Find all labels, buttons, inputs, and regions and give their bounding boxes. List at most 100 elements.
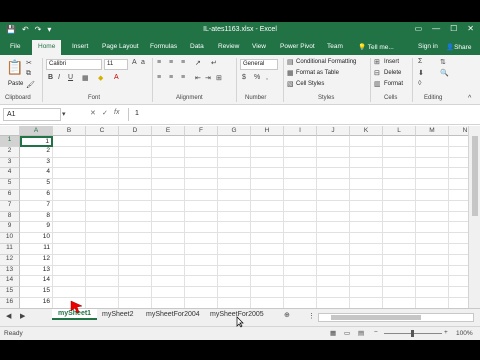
cell-j11[interactable]	[317, 244, 350, 255]
cell-b12[interactable]	[53, 254, 86, 266]
cell-g14[interactable]	[218, 276, 251, 288]
zoom-in-icon[interactable]: +	[444, 329, 448, 336]
cell-d3[interactable]	[119, 157, 152, 169]
cell-b5[interactable]	[53, 179, 86, 190]
row-header-6[interactable]: 6	[0, 190, 20, 201]
bottom-align-icon[interactable]: ≡	[181, 59, 185, 66]
cell-a14[interactable]: 14	[20, 276, 53, 288]
cell-m11[interactable]	[416, 244, 449, 255]
cell-k1[interactable]	[350, 136, 383, 147]
cell-d16[interactable]	[119, 298, 152, 308]
cell-c13[interactable]	[86, 265, 119, 277]
cell-b8[interactable]	[53, 211, 86, 223]
cell-g1[interactable]	[218, 136, 251, 147]
cell-i6[interactable]	[284, 190, 317, 201]
cell-n16[interactable]	[449, 298, 468, 308]
column-header-k[interactable]: K	[350, 126, 383, 136]
cell-k8[interactable]	[350, 211, 383, 223]
row-header-14[interactable]: 14	[0, 276, 20, 288]
row-header-10[interactable]: 10	[0, 233, 20, 244]
cell-k16[interactable]	[350, 298, 383, 308]
delete-cells-button[interactable]: Delete	[384, 70, 401, 76]
cell-m10[interactable]	[416, 233, 449, 244]
enter-icon[interactable]: ✓	[102, 109, 108, 117]
cell-b1[interactable]	[53, 136, 86, 147]
tab-review[interactable]: Review	[218, 43, 239, 50]
vertical-scroll-thumb[interactable]	[472, 136, 478, 216]
cell-d1[interactable]	[119, 136, 152, 147]
shrink-font-icon[interactable]: a	[141, 59, 145, 66]
cell-l7[interactable]	[383, 200, 416, 212]
cell-m6[interactable]	[416, 190, 449, 201]
sort-filter-icon[interactable]: ⇅	[440, 58, 446, 66]
column-header-b[interactable]: B	[53, 126, 86, 136]
cancel-icon[interactable]: ✕	[90, 109, 96, 117]
cell-g5[interactable]	[218, 179, 251, 190]
cell-d8[interactable]	[119, 211, 152, 223]
cell-c10[interactable]	[86, 233, 119, 244]
cell-j2[interactable]	[317, 146, 350, 158]
cell-n11[interactable]	[449, 244, 468, 255]
cell-i13[interactable]	[284, 265, 317, 277]
cell-a16[interactable]: 16	[20, 298, 53, 308]
cell-m15[interactable]	[416, 287, 449, 298]
row-header-9[interactable]: 9	[0, 222, 20, 234]
conditional-formatting-button[interactable]: Conditional Formatting	[296, 59, 356, 65]
cell-n12[interactable]	[449, 255, 468, 266]
sheet-tab-mysheet2[interactable]: mySheet2	[102, 311, 134, 318]
borders-icon[interactable]: ▦	[82, 74, 89, 82]
column-header-i[interactable]: I	[284, 126, 317, 136]
cell-f16[interactable]	[185, 298, 218, 308]
number-format-box[interactable]: General	[240, 59, 278, 70]
worksheet-grid[interactable]: A B C D E F G H I J K L M N 1 1 2 2 3 3 4 4 5 5 6 6 7 7 8 8 9 9 10 10 11 11…	[0, 126, 468, 308]
name-box[interactable]: A1	[3, 108, 61, 121]
format-as-table-icon[interactable]: ▦	[287, 69, 294, 77]
vertical-scrollbar[interactable]	[468, 126, 480, 308]
cell-f8[interactable]	[185, 211, 218, 223]
cell-n6[interactable]	[449, 190, 468, 201]
cell-f1[interactable]	[185, 136, 218, 147]
cell-h3[interactable]	[251, 157, 284, 169]
comma-icon[interactable]: ,	[266, 74, 268, 81]
cell-f4[interactable]	[185, 168, 218, 180]
next-sheet-icon[interactable]: ▶	[20, 312, 25, 320]
horizontal-scroll-thumb[interactable]	[331, 315, 421, 320]
cell-h5[interactable]	[251, 179, 284, 190]
cell-l3[interactable]	[383, 157, 416, 169]
orientation-icon[interactable]: ↗	[195, 59, 201, 67]
cell-c7[interactable]	[86, 200, 119, 212]
cell-a1[interactable]: 1	[20, 136, 53, 147]
cell-c12[interactable]	[86, 254, 119, 266]
cell-g7[interactable]	[218, 200, 251, 212]
cell-g9[interactable]	[218, 222, 251, 234]
cut-icon[interactable]: ✂	[26, 59, 32, 67]
cell-i5[interactable]	[284, 179, 317, 190]
cell-j5[interactable]	[317, 179, 350, 190]
tab-power-pivot[interactable]: Power Pivot	[280, 43, 315, 50]
cell-f5[interactable]	[185, 179, 218, 190]
cell-d7[interactable]	[119, 200, 152, 212]
cell-j8[interactable]	[317, 211, 350, 223]
font-color-icon[interactable]: A	[114, 74, 119, 81]
sheet-tab-mysheetfor2004[interactable]: mySheetFor2004	[146, 311, 200, 318]
cell-e5[interactable]	[152, 179, 185, 190]
column-header-m[interactable]: M	[416, 126, 449, 136]
sign-in-link[interactable]: Sign in	[418, 43, 438, 50]
cell-h8[interactable]	[251, 211, 284, 223]
zoom-level[interactable]: 100%	[456, 330, 473, 337]
cell-j14[interactable]	[317, 276, 350, 288]
cell-m4[interactable]	[416, 168, 449, 180]
cell-k15[interactable]	[350, 287, 383, 298]
cell-n15[interactable]	[449, 287, 468, 298]
cell-c6[interactable]	[86, 190, 119, 201]
format-cells-icon[interactable]: ▥	[374, 80, 381, 88]
cell-g6[interactable]	[218, 190, 251, 201]
row-header-7[interactable]: 7	[0, 200, 20, 212]
cell-f12[interactable]	[185, 254, 218, 266]
formula-input[interactable]: 1	[128, 108, 476, 121]
column-header-j[interactable]: J	[317, 126, 350, 136]
align-center-icon[interactable]: ≡	[169, 74, 173, 81]
cell-k2[interactable]	[350, 146, 383, 158]
merge-center-icon[interactable]: ⊞	[216, 74, 222, 82]
prev-sheet-icon[interactable]: ◀	[6, 312, 11, 320]
